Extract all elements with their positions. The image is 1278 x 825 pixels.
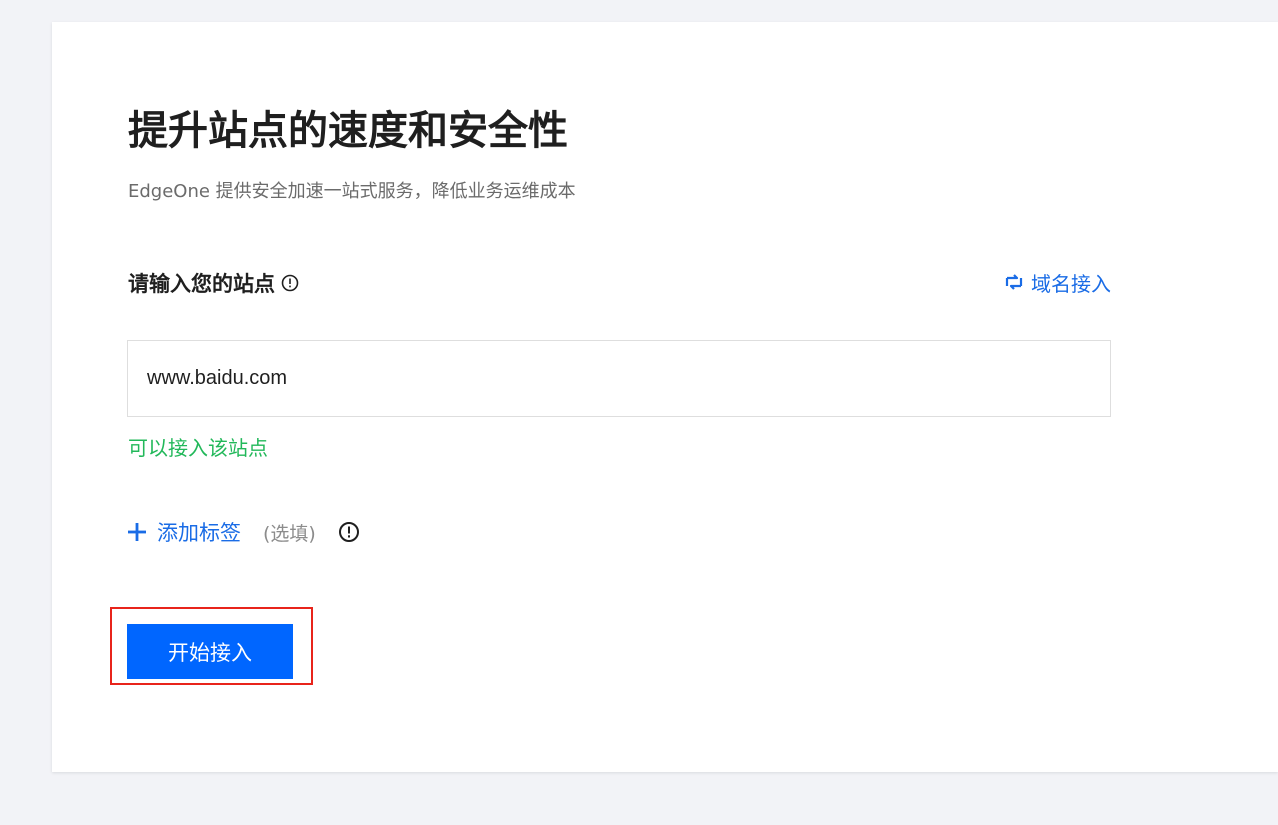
add-tag-row: 添加标签 (选填) [127, 516, 360, 548]
info-circle-icon[interactable] [281, 274, 299, 292]
site-field-label: 请输入您的站点 [128, 272, 275, 296]
domain-access-label: 域名接入 [1031, 271, 1111, 296]
domain-access-link[interactable]: 域名接入 [1005, 266, 1111, 298]
site-input[interactable] [127, 340, 1111, 417]
page-subtitle: EdgeOne 提供安全加速一站式服务，降低业务运维成本 [128, 181, 576, 202]
plus-icon [128, 523, 146, 541]
add-tag-label: 添加标签 [157, 521, 241, 545]
site-field-label-row: 请输入您的站点 [128, 267, 299, 299]
page-title: 提升站点的速度和安全性 [128, 108, 568, 154]
info-circle-icon[interactable] [338, 521, 360, 543]
add-tag-button[interactable]: 添加标签 [127, 517, 241, 547]
site-valid-hint: 可以接入该站点 [128, 436, 268, 460]
start-access-button[interactable]: 开始接入 [127, 624, 293, 679]
optional-text: (选填) [263, 522, 316, 545]
swap-icon [1005, 274, 1023, 290]
